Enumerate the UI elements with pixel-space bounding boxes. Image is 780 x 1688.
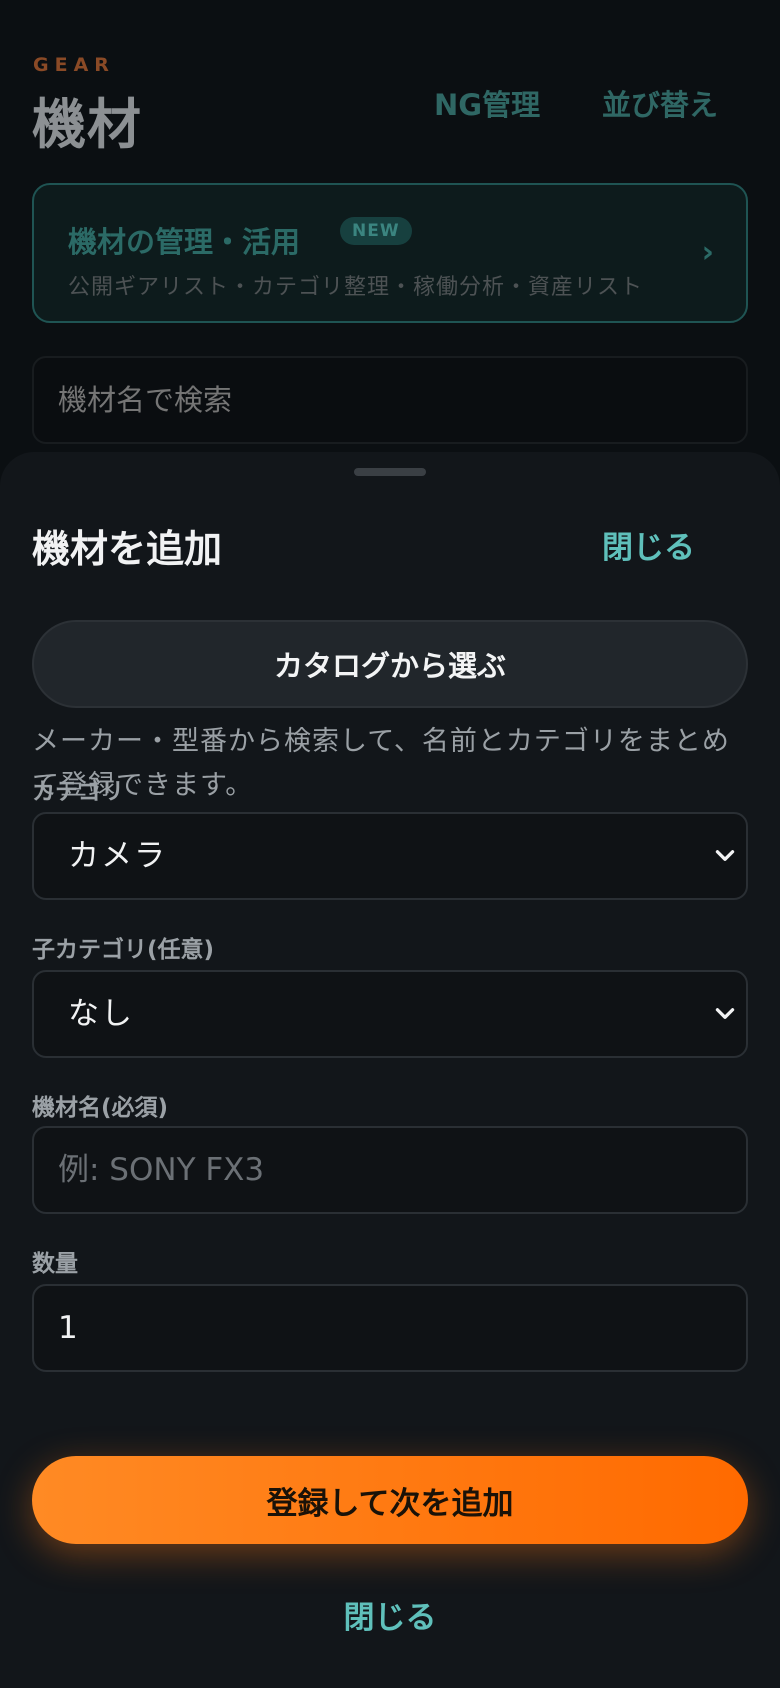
gear-name-label: 機材名(必須) [32,1095,169,1121]
sheet-drag-handle[interactable] [354,468,426,476]
category-select[interactable]: カメラ [32,812,748,900]
close-button-top[interactable]: 閉じる [602,522,695,567]
header-kicker: GEAR [33,54,115,76]
gear-management-banner[interactable]: 機材の管理・活用 NEW 公開ギアリスト・カテゴリ整理・稼働分析・資産リスト › [32,183,748,323]
sheet-title: 機材を追加 [32,527,223,571]
category-label: カテゴリ [32,779,124,805]
choose-from-catalog-button[interactable]: カタログから選ぶ [32,620,748,708]
subcategory-select[interactable]: なし [32,970,748,1058]
subcategory-label: 子カテゴリ(任意) [32,937,215,963]
category-selected-value: カメラ [68,838,167,874]
subcategory-selected-value: なし [68,996,134,1032]
chevron-right-icon: › [701,235,714,270]
sort-button[interactable]: 並び替え [602,82,718,124]
register-and-add-next-button[interactable]: 登録して次を追加 [32,1456,748,1544]
gear-name-input[interactable]: 例: SONY FX3 [32,1126,748,1214]
quantity-value: 1 [58,1310,78,1346]
new-badge: NEW [340,217,412,245]
page-title: 機材 [32,93,142,156]
close-button-bottom[interactable]: 閉じる [300,1592,480,1637]
app-screen: GEAR 機材 NG管理 並び替え 機材の管理・活用 NEW 公開ギアリスト・カ… [0,0,780,1688]
add-gear-sheet: 機材を追加 閉じる カタログから選ぶ メーカー・型番から検索して、名前とカテゴリ… [0,452,780,1688]
quantity-input[interactable]: 1 [32,1284,748,1372]
banner-title: 機材の管理・活用 [68,225,301,259]
ng-manage-button[interactable]: NG管理 [434,82,540,124]
chevron-down-icon [715,1008,735,1019]
quantity-label: 数量 [32,1251,78,1277]
banner-subtitle: 公開ギアリスト・カテゴリ整理・稼働分析・資産リスト [68,275,644,300]
search-input[interactable] [32,356,748,444]
gear-name-placeholder: 例: SONY FX3 [58,1152,265,1188]
catalog-help-text: メーカー・型番から検索して、名前とカテゴリをまとめて登録できます。 [32,726,730,801]
chevron-down-icon [715,850,735,861]
